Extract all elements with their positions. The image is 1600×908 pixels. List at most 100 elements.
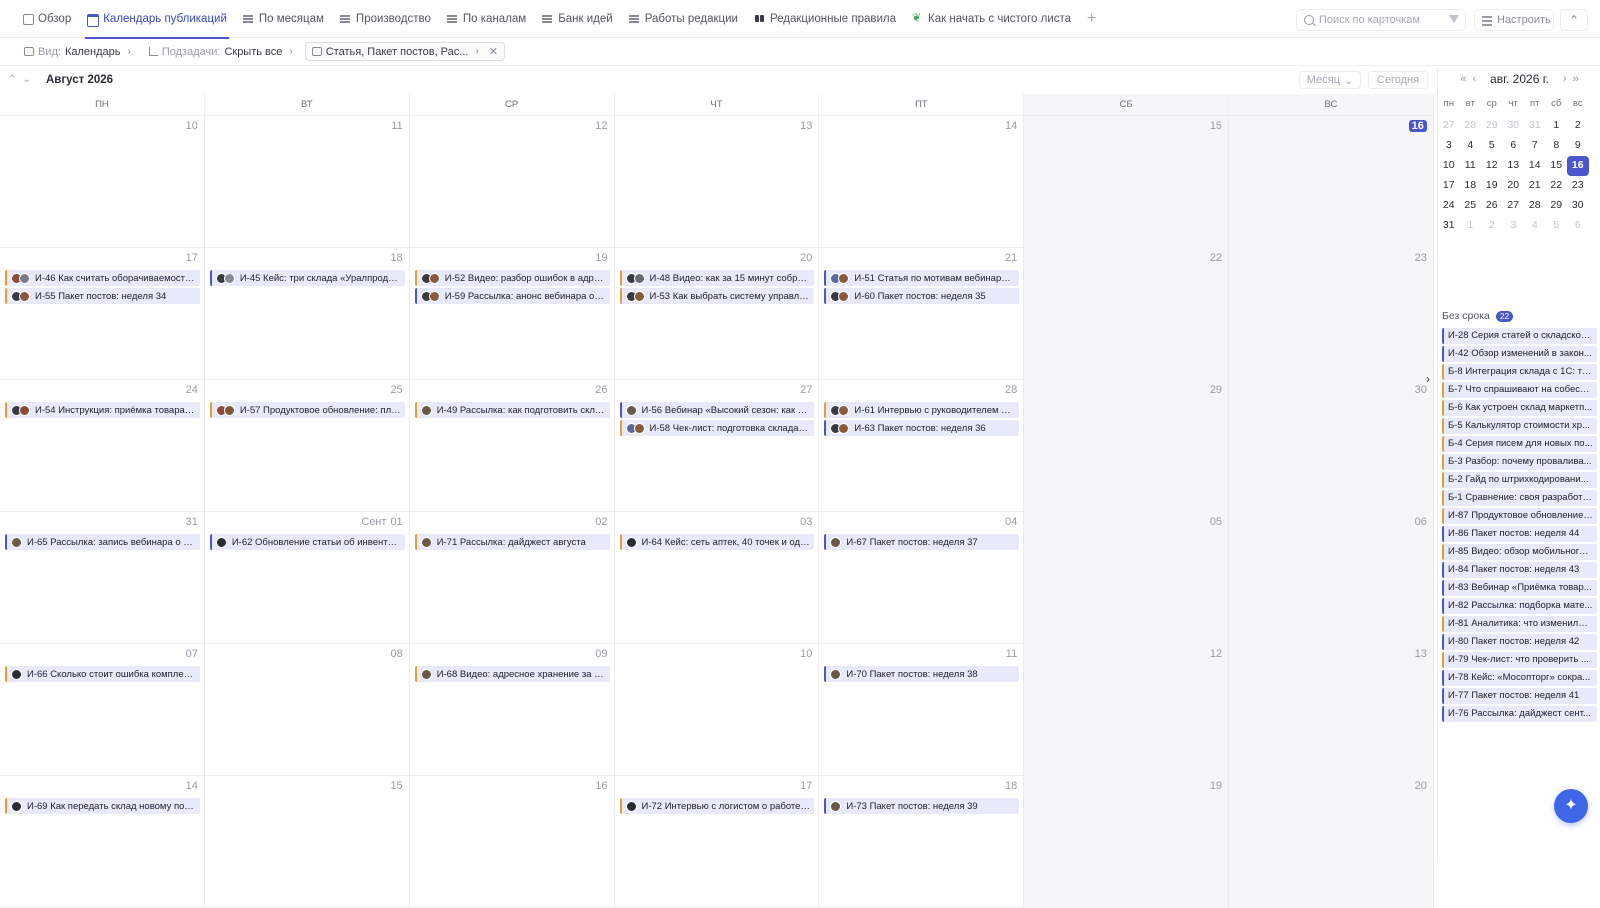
no-date-card[interactable]: И-83 Вебинар «Приёмка товар...: [1442, 580, 1597, 596]
day-cell[interactable]: 18 И-45 Кейс: три склада «Уралпродукта...: [205, 248, 410, 380]
day-cell[interactable]: Сент 01 И-62 Обновление статьи об инвентар…: [205, 512, 410, 644]
event-card[interactable]: И-52 Видео: разбор ошибок в адресн...: [414, 270, 610, 286]
event-card[interactable]: И-51 Статья по мотивам вебинара о п...: [824, 270, 1020, 286]
event-card[interactable]: И-58 Чек-лист: подготовка склада к с...: [619, 420, 815, 436]
no-date-card[interactable]: И-77 Пакет постов: неделя 41: [1442, 688, 1597, 704]
no-date-card[interactable]: И-85 Видео: обзор мобильного ...: [1442, 544, 1597, 560]
configure-button[interactable]: Настроить: [1474, 9, 1554, 31]
day-cell[interactable]: 30: [1229, 380, 1434, 512]
mini-day[interactable]: 17: [1438, 176, 1460, 196]
day-cell[interactable]: 13: [615, 116, 820, 248]
mini-day[interactable]: 12: [1481, 156, 1503, 176]
event-card[interactable]: И-70 Пакет постов: неделя 38: [824, 666, 1020, 682]
no-date-card[interactable]: И-84 Пакет постов: неделя 43: [1442, 562, 1597, 578]
day-cell[interactable]: 23: [1229, 248, 1434, 380]
day-cell[interactable]: 13: [1229, 644, 1434, 776]
mini-day[interactable]: 29: [1481, 116, 1503, 136]
event-card[interactable]: И-57 Продуктовое обновление: плани...: [209, 402, 405, 418]
mini-day[interactable]: 27: [1438, 116, 1460, 136]
tab-3[interactable]: По месяцам: [235, 0, 332, 38]
mini-day[interactable]: 25: [1460, 196, 1482, 216]
mini-day[interactable]: 16: [1567, 156, 1589, 176]
next-month-icon[interactable]: ›: [1563, 73, 1567, 85]
mini-day[interactable]: 6: [1503, 136, 1525, 156]
mini-day[interactable]: 30: [1567, 196, 1589, 216]
no-date-card[interactable]: Б-5 Калькулятор стоимости хр...: [1442, 418, 1597, 434]
day-cell[interactable]: 24 И-54 Инструкция: приёмка товара по ...: [0, 380, 205, 512]
day-cell[interactable]: 20: [1229, 776, 1434, 908]
mini-day[interactable]: 3: [1438, 136, 1460, 156]
view-mode-select[interactable]: Месяц ⌄: [1299, 71, 1361, 89]
panel-toggle-chevron-icon[interactable]: ›: [1426, 372, 1430, 386]
mini-day[interactable]: 31: [1524, 116, 1546, 136]
mini-day[interactable]: 13: [1503, 156, 1525, 176]
no-date-card[interactable]: И-28 Серия статей о складской...: [1442, 328, 1597, 344]
no-date-card[interactable]: Б-3 Разбор: почему проваливa...: [1442, 454, 1597, 470]
view-filter[interactable]: Вид: Календарь ›: [18, 42, 137, 61]
tab-2[interactable]: Календарь публикаций: [79, 0, 235, 39]
mini-day[interactable]: 21: [1524, 176, 1546, 196]
event-card[interactable]: И-72 Интервью с логистом о работе в ...: [619, 798, 815, 814]
event-card[interactable]: И-45 Кейс: три склада «Уралпродукта...: [209, 270, 405, 286]
day-cell[interactable]: 22: [1024, 248, 1230, 380]
no-date-card[interactable]: И-80 Пакет постов: неделя 42: [1442, 634, 1597, 650]
tab-7[interactable]: Работы редакции: [621, 0, 746, 38]
day-cell[interactable]: 06: [1229, 512, 1434, 644]
mini-day[interactable]: 2: [1567, 116, 1589, 136]
day-cell[interactable]: 20 И-48 Видео: как за 15 минут собрать ..…: [615, 248, 820, 380]
clear-filter-icon[interactable]: ✕: [489, 45, 498, 58]
day-cell[interactable]: 14: [819, 116, 1025, 248]
next-year-icon[interactable]: »: [1573, 73, 1579, 85]
day-cell[interactable]: 19: [1024, 776, 1230, 908]
mini-day[interactable]: 10: [1438, 156, 1460, 176]
event-card[interactable]: И-54 Инструкция: приёмка товара по ...: [5, 402, 200, 418]
chevron-down-icon[interactable]: ⌄: [22, 74, 36, 85]
day-cell[interactable]: 16: [1229, 116, 1434, 248]
day-cell[interactable]: 12: [1024, 644, 1230, 776]
mini-day[interactable]: 11: [1460, 156, 1482, 176]
event-card[interactable]: И-73 Пакет постов: неделя 39: [824, 798, 1020, 814]
day-cell[interactable]: 07 И-66 Сколько стоит ошибка комплекта...: [0, 644, 205, 776]
event-card[interactable]: И-55 Пакет постов: неделя 34: [5, 288, 200, 304]
event-card[interactable]: И-71 Рассылка: дайджест августа: [414, 534, 610, 550]
filter-icon[interactable]: [1449, 15, 1459, 23]
day-cell[interactable]: 11 И-70 Пакет постов: неделя 38: [819, 644, 1025, 776]
no-date-card[interactable]: И-78 Кейс: «Мосопторг» сокра...: [1442, 670, 1597, 686]
no-date-card[interactable]: И-86 Пакет постов: неделя 44: [1442, 526, 1597, 542]
day-cell[interactable]: 21 И-51 Статья по мотивам вебинара о п...…: [819, 248, 1025, 380]
mini-day[interactable]: 5: [1481, 136, 1503, 156]
event-card[interactable]: И-69 Как передать склад новому подр...: [5, 798, 200, 814]
search-input[interactable]: Поиск по карточкам: [1296, 9, 1466, 31]
no-date-card[interactable]: И-81 Аналитика: что изменилос...: [1442, 616, 1597, 632]
event-card[interactable]: И-53 Как выбрать систему управлени...: [619, 288, 815, 304]
tab-1[interactable]: Обзор: [14, 0, 79, 38]
day-cell[interactable]: 02 И-71 Рассылка: дайджест августа: [410, 512, 615, 644]
add-tab-button[interactable]: +: [1079, 10, 1104, 28]
mini-day[interactable]: 30: [1503, 116, 1525, 136]
event-card[interactable]: И-66 Сколько стоит ошибка комплекта...: [5, 666, 200, 682]
subtasks-filter[interactable]: Подзадачи: Скрыть все ›: [143, 42, 299, 61]
day-cell[interactable]: 18 И-73 Пакет постов: неделя 39: [819, 776, 1025, 908]
no-date-card[interactable]: И-79 Чек-лист: что проверить ...: [1442, 652, 1597, 668]
mini-day[interactable]: 1: [1546, 116, 1568, 136]
day-cell[interactable]: 29: [1024, 380, 1230, 512]
day-cell[interactable]: 15: [205, 776, 410, 908]
day-cell[interactable]: 17 И-46 Как считать оборачиваемость с... И…: [0, 248, 205, 380]
day-cell[interactable]: 26 И-49 Рассылка: как подготовить склад..…: [410, 380, 615, 512]
tab-9[interactable]: ❦ Как начать с чистого листа: [904, 0, 1079, 38]
no-date-card[interactable]: И-76 Рассылка: дайджест сент...: [1442, 706, 1597, 722]
day-cell[interactable]: 17 И-72 Интервью с логистом о работе в ..…: [615, 776, 820, 908]
today-button[interactable]: Сегодня: [1368, 71, 1428, 89]
no-date-card[interactable]: И-42 Обзор изменений в закон...: [1442, 346, 1597, 362]
day-cell[interactable]: 15: [1024, 116, 1230, 248]
tab-5[interactable]: По каналам: [439, 0, 534, 38]
prev-year-icon[interactable]: «: [1460, 73, 1466, 85]
chevron-up-icon[interactable]: ⌃: [8, 74, 22, 85]
day-cell[interactable]: 05: [1024, 512, 1230, 644]
event-card[interactable]: И-62 Обновление статьи об инвентари...: [209, 534, 405, 550]
mini-day[interactable]: 2: [1481, 216, 1503, 236]
mini-day[interactable]: 19: [1481, 176, 1503, 196]
mini-day[interactable]: 6: [1567, 216, 1589, 236]
day-cell[interactable]: 28 И-61 Интервью с руководителем скла... И…: [819, 380, 1025, 512]
event-card[interactable]: И-64 Кейс: сеть аптек, 40 точек и один..…: [619, 534, 815, 550]
